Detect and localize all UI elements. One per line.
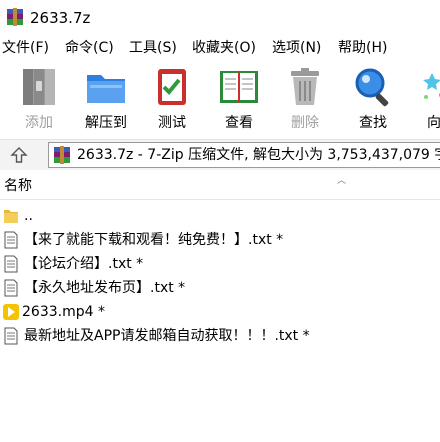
wizard-icon bbox=[423, 73, 440, 99]
view-label: 查看 bbox=[225, 115, 253, 131]
up-arrow-icon[interactable] bbox=[10, 146, 28, 164]
menu-file[interactable]: 文件(F) bbox=[2, 39, 49, 57]
menu-bar: 文件(F) 命令(C) 工具(S) 收藏夹(O) 选项(N) 帮助(H) bbox=[0, 36, 440, 60]
address-field[interactable]: 2633.7z - 7-Zip 压缩文件, 解包大小为 3,753,437,07… bbox=[48, 142, 440, 168]
column-header-name[interactable]: 名称 bbox=[4, 177, 32, 195]
text-file-icon bbox=[4, 255, 18, 273]
test-button[interactable]: 测试 bbox=[142, 65, 202, 135]
test-checklist-icon bbox=[158, 69, 186, 105]
file-name: 【论坛介绍】.txt * bbox=[24, 256, 144, 272]
file-name: 【来了就能下载和观看！纯免费！】.txt * bbox=[24, 232, 284, 248]
archive-add-icon bbox=[23, 69, 55, 105]
view-book-icon bbox=[220, 71, 258, 103]
trash-icon bbox=[291, 68, 319, 105]
add-button[interactable]: 添加 bbox=[9, 65, 69, 135]
list-header: ︿ 名称 bbox=[0, 171, 440, 200]
list-item[interactable]: 最新地址及APP请发邮箱自动获取！！！.txt * bbox=[0, 324, 440, 348]
find-label: 查找 bbox=[359, 115, 387, 131]
delete-label: 删除 bbox=[291, 115, 319, 131]
list-item[interactable]: 【论坛介绍】.txt * bbox=[0, 252, 440, 276]
text-file-icon bbox=[4, 279, 18, 297]
file-name: 最新地址及APP请发邮箱自动获取！！！.txt * bbox=[24, 328, 310, 344]
add-label: 添加 bbox=[25, 115, 53, 131]
menu-favorites[interactable]: 收藏夹(O) bbox=[192, 39, 256, 57]
menu-commands[interactable]: 命令(C) bbox=[65, 39, 114, 57]
list-item[interactable]: 2633.mp4 * bbox=[0, 300, 440, 324]
find-button[interactable]: 查找 bbox=[343, 65, 403, 135]
extract-folder-icon bbox=[87, 75, 125, 103]
address-bar: 2633.7z - 7-Zip 压缩文件, 解包大小为 3,753,437,07… bbox=[0, 139, 440, 170]
archive-icon bbox=[54, 146, 70, 164]
magnifier-icon bbox=[355, 68, 389, 107]
view-button[interactable]: 查看 bbox=[209, 65, 269, 135]
list-item[interactable]: 【永久地址发布页】.txt * bbox=[0, 276, 440, 300]
window-title: 2633.7z bbox=[30, 9, 91, 27]
list-item[interactable]: .. bbox=[0, 204, 440, 228]
address-text: 2633.7z - 7-Zip 压缩文件, 解包大小为 3,753,437,07… bbox=[77, 147, 440, 163]
menu-tools[interactable]: 工具(S) bbox=[129, 39, 177, 57]
file-name: .. bbox=[24, 208, 33, 224]
folder-up-icon bbox=[4, 210, 18, 223]
sort-caret-icon: ︿ bbox=[337, 176, 347, 186]
extract-to-label: 解压到 bbox=[85, 115, 127, 131]
menu-help[interactable]: 帮助(H) bbox=[338, 39, 387, 57]
text-file-icon bbox=[4, 231, 18, 249]
wizard-button[interactable]: 向 bbox=[404, 65, 440, 135]
text-file-icon bbox=[4, 327, 18, 345]
test-label: 测试 bbox=[158, 115, 186, 131]
file-name: 2633.mp4 * bbox=[22, 304, 105, 320]
menu-options[interactable]: 选项(N) bbox=[272, 39, 321, 57]
delete-button[interactable]: 删除 bbox=[275, 65, 335, 135]
extract-to-button[interactable]: 解压到 bbox=[76, 65, 136, 135]
title-bar: 2633.7z bbox=[0, 0, 440, 36]
wizard-label: 向 bbox=[427, 115, 440, 131]
toolbar: 添加 解压到 测试 查看 删除 查找 向 bbox=[0, 60, 440, 138]
winrar-app-icon bbox=[7, 8, 23, 26]
file-name: 【永久地址发布页】.txt * bbox=[24, 280, 186, 296]
list-item[interactable]: 【来了就能下载和观看！纯免费！】.txt * bbox=[0, 228, 440, 252]
video-file-icon bbox=[3, 304, 19, 320]
